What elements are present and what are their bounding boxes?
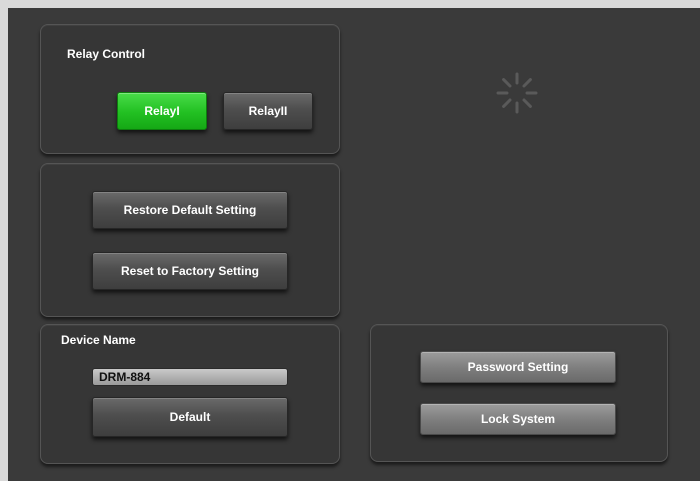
control-screen: Relay Control RelayI RelayII Restore Def… bbox=[8, 8, 700, 481]
relay-control-panel: Relay Control RelayI RelayII bbox=[40, 24, 340, 154]
password-setting-button[interactable]: Password Setting bbox=[420, 351, 616, 383]
relay-1-button[interactable]: RelayI bbox=[117, 92, 207, 130]
reset-factory-button[interactable]: Reset to Factory Setting bbox=[92, 252, 288, 290]
lock-system-button[interactable]: Lock System bbox=[420, 403, 616, 435]
restore-default-button[interactable]: Restore Default Setting bbox=[92, 191, 288, 229]
default-name-button[interactable]: Default bbox=[92, 397, 288, 437]
relay-2-button[interactable]: RelayII bbox=[223, 92, 313, 130]
device-name-title: Device Name bbox=[61, 333, 136, 347]
settings-panel: Restore Default Setting Reset to Factory… bbox=[40, 163, 340, 317]
device-name-panel: Device Name Default bbox=[40, 324, 340, 464]
security-panel: Password Setting Lock System bbox=[370, 324, 668, 462]
device-name-input[interactable] bbox=[92, 368, 288, 386]
relay-control-title: Relay Control bbox=[67, 47, 146, 61]
loading-spinner-icon bbox=[496, 72, 538, 114]
